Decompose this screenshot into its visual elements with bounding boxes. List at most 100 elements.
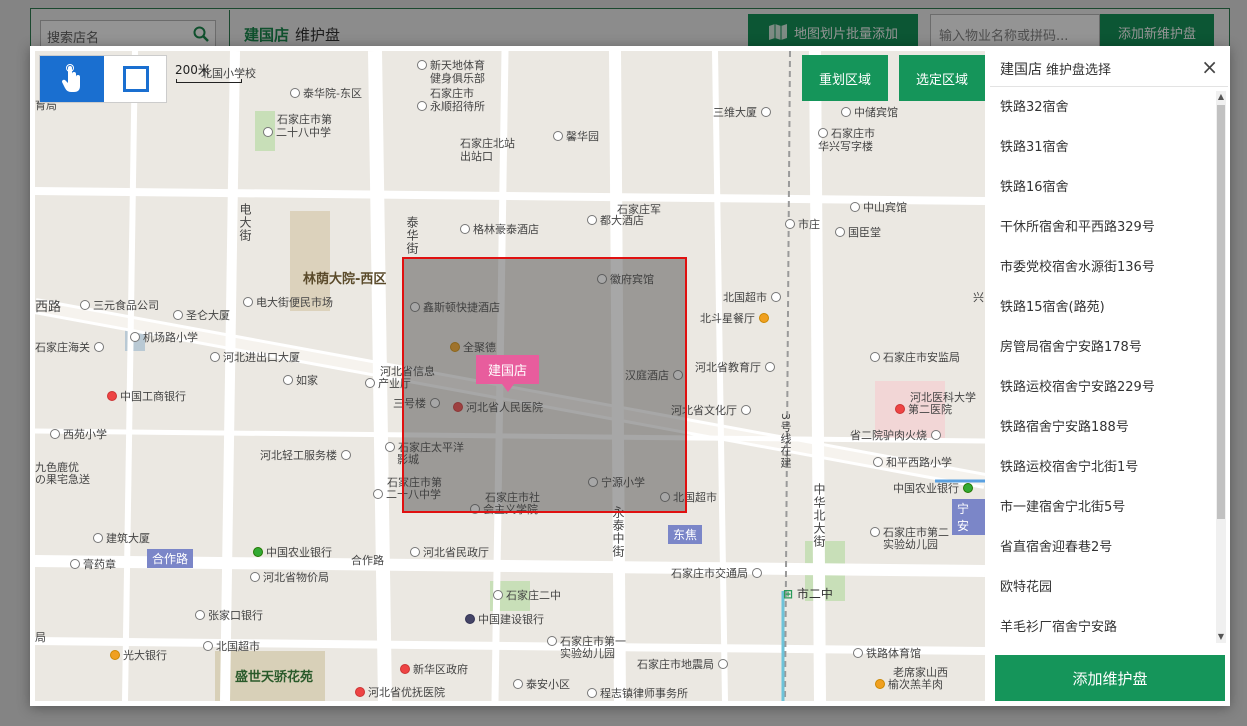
poi-icon bbox=[770, 292, 781, 302]
map-label: 石家庄市地震局 bbox=[637, 658, 731, 671]
map-label: 省二院驴肉火烧 bbox=[850, 429, 944, 442]
poi-icon bbox=[110, 650, 120, 660]
poi-icon bbox=[587, 688, 597, 698]
poi-icon bbox=[203, 641, 213, 651]
poi-icon bbox=[373, 489, 383, 499]
poi-icon bbox=[587, 215, 597, 225]
poi-icon bbox=[93, 342, 104, 352]
panel-header: 建国店 维护盘选择 × bbox=[990, 51, 1228, 87]
map-label: 石家庄市安监局 bbox=[870, 351, 960, 364]
map-label: 中山宾馆 bbox=[850, 201, 907, 214]
map-label: 西路 bbox=[35, 300, 62, 315]
map-label: 林荫大院-西区 bbox=[303, 272, 387, 287]
list-scrollbar[interactable]: ▲ ▼ bbox=[1216, 91, 1226, 643]
list-item[interactable]: 铁路15宿舍(路苑) bbox=[990, 288, 1214, 328]
map-label: 石家庄市第 bbox=[277, 113, 332, 126]
poi-icon bbox=[340, 450, 351, 460]
map-label: 二十八中学 bbox=[263, 126, 331, 139]
map-label: 榆次羔羊肉 bbox=[875, 678, 943, 691]
pan-tool-button[interactable] bbox=[40, 56, 104, 102]
list-item[interactable]: 市委党校宿舍水源街136号 bbox=[990, 248, 1214, 288]
list-item[interactable]: 铁路运校宿舍宁北街1号 bbox=[990, 448, 1214, 488]
map-label: 北国超市 bbox=[723, 291, 784, 304]
poi-icon bbox=[553, 131, 563, 141]
map-select-modal: 新天地体育 健身俱乐部 石家庄市 永顺招待所 泰华院-东区 石家庄市第 二十八中… bbox=[30, 46, 1230, 706]
panel-subtitle: 维护盘选择 bbox=[1046, 63, 1112, 78]
poi-icon bbox=[751, 568, 762, 578]
map-label: 张家口银行 bbox=[195, 609, 263, 622]
map-label: 实验幼儿园 bbox=[560, 647, 615, 660]
poi-icon bbox=[870, 527, 880, 537]
poi-icon bbox=[841, 107, 851, 117]
district-tag: 合作路 bbox=[147, 549, 194, 568]
close-icon[interactable]: × bbox=[1201, 57, 1218, 77]
redraw-area-button[interactable]: 重划区域 bbox=[802, 55, 888, 101]
map-label: 石家庄市交通局 bbox=[671, 567, 765, 580]
map-label: 河北轻工服务楼 bbox=[260, 449, 354, 462]
poi-icon bbox=[400, 664, 410, 674]
hand-pointer-icon bbox=[61, 64, 80, 92]
poi-icon bbox=[873, 457, 883, 467]
poi-icon bbox=[853, 648, 863, 658]
map-label: 泰安小区 bbox=[513, 678, 570, 691]
map-canvas[interactable]: 新天地体育 健身俱乐部 石家庄市 永顺招待所 泰华院-东区 石家庄市第 二十八中… bbox=[35, 51, 985, 701]
scroll-up-icon[interactable]: ▲ bbox=[1216, 91, 1226, 103]
map-label: 出站口 bbox=[460, 150, 493, 163]
poi-icon bbox=[210, 352, 220, 362]
list-item[interactable]: 铁路运校宿舍宁安路229号 bbox=[990, 368, 1214, 408]
map-label: 河北省教育厅 bbox=[695, 361, 778, 374]
poi-icon bbox=[355, 687, 365, 697]
poi-icon bbox=[785, 219, 795, 229]
list-item[interactable]: 铁路16宿舍 bbox=[990, 168, 1214, 208]
list-item[interactable]: 羊毛衫厂宿舍宁安路 bbox=[990, 608, 1214, 644]
map-tool-group bbox=[39, 55, 167, 103]
poi-icon bbox=[417, 101, 427, 111]
map-label: 河北进出口大厦 bbox=[210, 351, 300, 364]
list-item[interactable]: 铁路宿舍宁安路188号 bbox=[990, 408, 1214, 448]
map-label: 铁路体育馆 bbox=[853, 647, 921, 660]
list-item[interactable]: 房管局宿舍宁安路178号 bbox=[990, 328, 1214, 368]
square-icon bbox=[123, 66, 149, 92]
map-label: 中国农业银行 bbox=[253, 546, 332, 559]
poi-icon bbox=[80, 300, 90, 310]
store-marker[interactable]: 建国店 bbox=[476, 355, 540, 392]
maintenance-list: 铁路32宿舍 铁路31宿舍 铁路16宿舍 干休所宿舍和平西路329号 市委党校宿舍水源街… bbox=[990, 88, 1214, 644]
poi-icon bbox=[895, 404, 905, 414]
poi-icon bbox=[547, 636, 557, 646]
poi-icon bbox=[253, 547, 263, 557]
rectangle-tool-button[interactable] bbox=[104, 56, 168, 102]
list-item[interactable]: 铁路31宿舍 bbox=[990, 128, 1214, 168]
list-item[interactable]: 干休所宿舍和平西路329号 bbox=[990, 208, 1214, 248]
list-item[interactable]: 省直宿舍迎春巷2号 bbox=[990, 528, 1214, 568]
maintenance-panel: 建国店 维护盘选择 × 铁路32宿舍 铁路31宿舍 铁路16宿舍 干休所宿舍和平西路32… bbox=[990, 51, 1228, 701]
poi-icon bbox=[465, 614, 475, 624]
list-item[interactable]: 铁路32宿舍 bbox=[990, 88, 1214, 128]
road-label: 中华北大街 bbox=[812, 483, 826, 548]
poi-icon bbox=[930, 430, 941, 440]
poi-icon bbox=[760, 107, 771, 117]
poi-icon bbox=[130, 332, 140, 342]
scroll-thumb[interactable] bbox=[1217, 105, 1225, 519]
poi-icon bbox=[758, 313, 769, 323]
poi-icon bbox=[290, 88, 300, 98]
map-label: 程志镇律师事务所 bbox=[587, 687, 688, 700]
map-label: 局 bbox=[35, 631, 46, 644]
panel-title: 建国店 维护盘选择 bbox=[1000, 59, 1111, 79]
list-item[interactable]: 欧特花园 bbox=[990, 568, 1214, 608]
scroll-down-icon[interactable]: ▼ bbox=[1216, 631, 1226, 643]
poi-icon bbox=[850, 202, 860, 212]
add-maintenance-button[interactable]: 添加维护盘 bbox=[995, 655, 1225, 701]
map-label: 合作路 bbox=[351, 554, 384, 567]
poi-icon bbox=[263, 127, 273, 137]
map-label: 第二医院 bbox=[895, 403, 952, 416]
map-label: 河北省优抚医院 bbox=[355, 686, 445, 699]
map-label: 格林豪泰酒店 bbox=[460, 223, 539, 236]
map-label: 石家庄市 bbox=[818, 127, 875, 140]
selected-area[interactable] bbox=[402, 257, 687, 513]
map-label: 圣仑大厦 bbox=[173, 309, 230, 322]
map-label: 河北省物价局 bbox=[250, 571, 329, 584]
poi-icon bbox=[818, 128, 828, 138]
poi-icon bbox=[513, 679, 523, 689]
list-item[interactable]: 市一建宿舍宁北街5号 bbox=[990, 488, 1214, 528]
select-area-button[interactable]: 选定区域 bbox=[899, 55, 985, 101]
